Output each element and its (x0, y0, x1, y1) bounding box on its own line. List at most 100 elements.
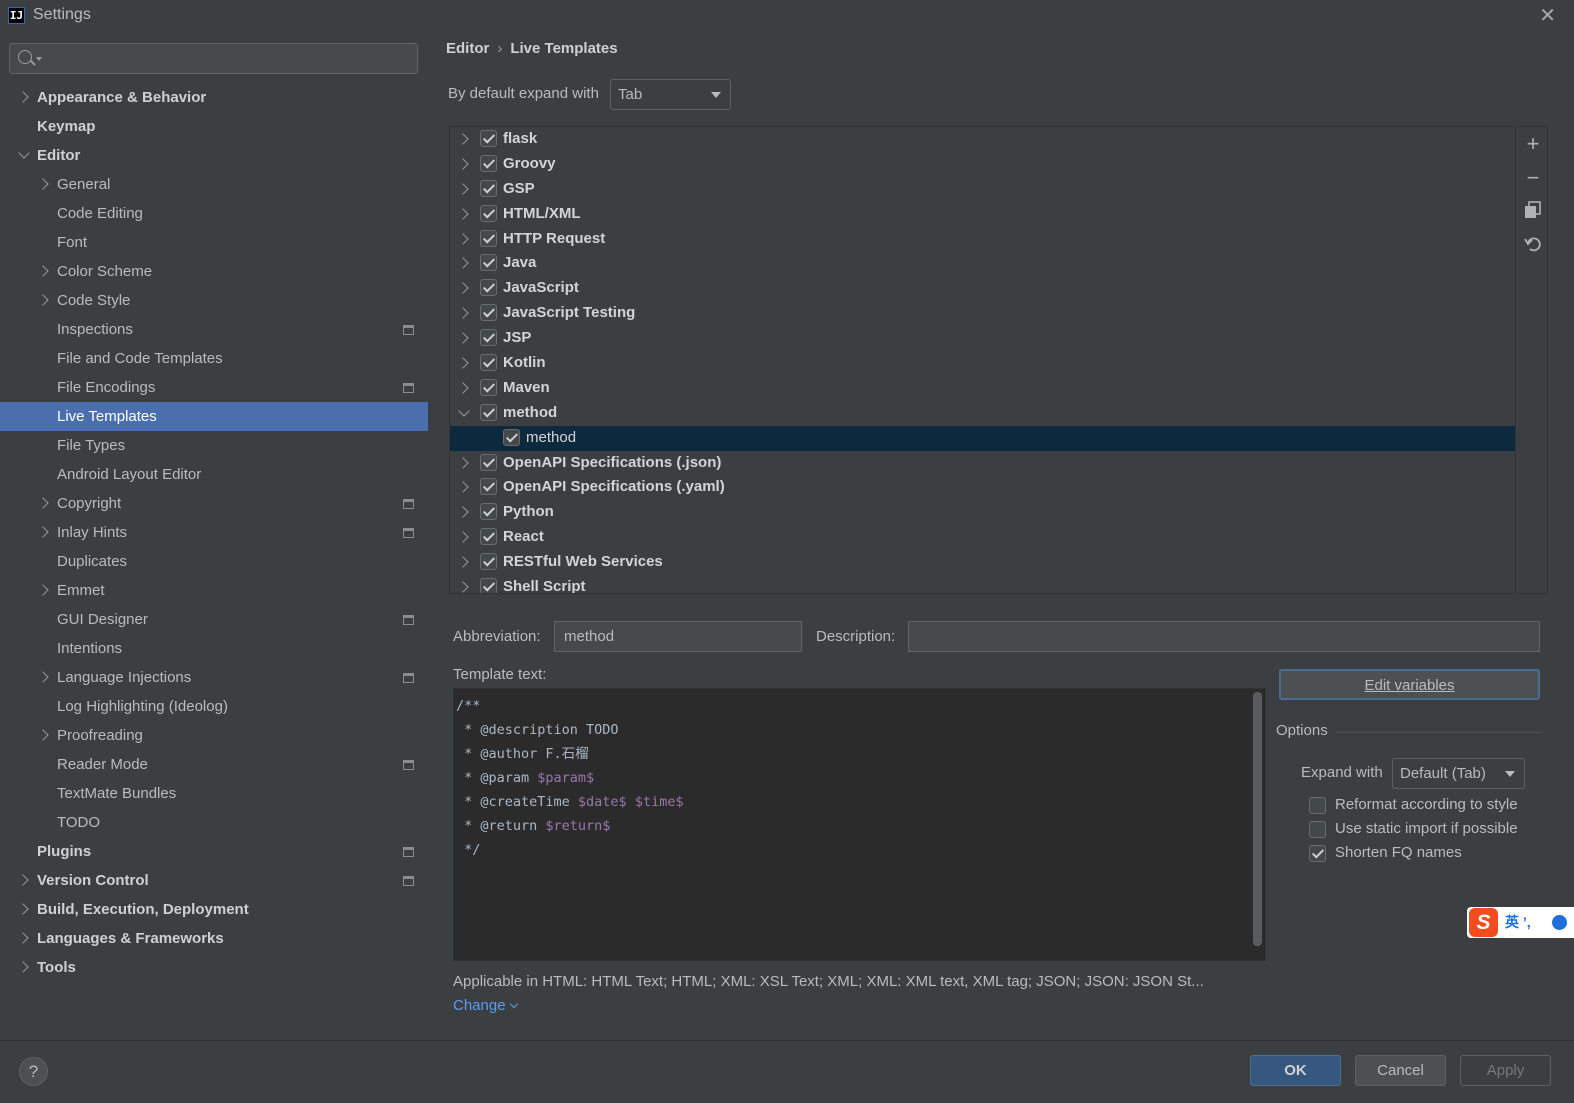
chevron-right-icon[interactable] (17, 866, 31, 895)
sidebar-item-intentions[interactable]: Intentions (0, 634, 428, 663)
sidebar-item-inspections[interactable]: Inspections (0, 315, 428, 344)
chevron-right-icon[interactable] (37, 286, 51, 315)
sidebar-item-log-highlighting-ideolog[interactable]: Log Highlighting (Ideolog) (0, 692, 428, 721)
chevron-right-icon[interactable] (37, 518, 51, 547)
chevron-right-icon[interactable] (457, 301, 471, 325)
chevron-right-icon[interactable] (457, 475, 471, 499)
chevron-right-icon[interactable] (457, 376, 471, 400)
sidebar-item-appearance-behavior[interactable]: Appearance & Behavior (0, 83, 428, 112)
sidebar-item-code-editing[interactable]: Code Editing (0, 199, 428, 228)
copy-icon[interactable] (1522, 201, 1544, 223)
template-group[interactable]: Python (450, 500, 1515, 525)
chevron-right-icon[interactable] (457, 127, 471, 151)
chevron-right-icon[interactable] (37, 170, 51, 199)
search-input[interactable] (9, 43, 418, 74)
chevron-right-icon[interactable] (457, 251, 471, 275)
template-group[interactable]: JavaScript (450, 276, 1515, 301)
sidebar-item-gui-designer[interactable]: GUI Designer (0, 605, 428, 634)
remove-icon[interactable]: − (1522, 167, 1544, 189)
template-group[interactable]: Maven (450, 376, 1515, 401)
template-group[interactable]: Kotlin (450, 351, 1515, 376)
close-icon[interactable]: ✕ (1539, 3, 1556, 28)
template-checkbox[interactable] (480, 329, 497, 347)
template-group[interactable]: React (450, 525, 1515, 550)
ok-button[interactable]: OK (1250, 1055, 1341, 1086)
sidebar-item-plugins[interactable]: Plugins (0, 837, 428, 866)
template-checkbox[interactable] (480, 254, 497, 272)
abbreviation-field[interactable]: method (554, 621, 802, 652)
change-contexts-link[interactable]: Change (453, 997, 518, 1014)
chevron-right-icon[interactable] (457, 326, 471, 350)
edit-variables-button[interactable]: Edit variables (1279, 669, 1540, 700)
sidebar-item-build-execution-deployment[interactable]: Build, Execution, Deployment (0, 895, 428, 924)
chevron-right-icon[interactable] (457, 550, 471, 574)
template-group[interactable]: flask (450, 127, 1515, 152)
chevron-right-icon[interactable] (17, 953, 31, 982)
sidebar-item-duplicates[interactable]: Duplicates (0, 547, 428, 576)
template-group[interactable]: JSP (450, 326, 1515, 351)
expand-with-dropdown[interactable]: Default (Tab) (1392, 758, 1525, 789)
chevron-right-icon[interactable] (457, 276, 471, 300)
template-checkbox[interactable] (480, 179, 497, 197)
sidebar-item-android-layout-editor[interactable]: Android Layout Editor (0, 460, 428, 489)
template-group[interactable]: JavaScript Testing (450, 301, 1515, 326)
sidebar-item-live-templates[interactable]: Live Templates (0, 402, 428, 431)
template-checkbox[interactable] (480, 503, 497, 521)
description-field[interactable] (908, 621, 1540, 652)
template-checkbox[interactable] (480, 553, 497, 571)
sidebar-item-general[interactable]: General (0, 170, 428, 199)
chevron-right-icon[interactable] (37, 721, 51, 750)
template-group[interactable]: method (450, 401, 1515, 426)
chevron-right-icon[interactable] (457, 152, 471, 176)
chevron-right-icon[interactable] (457, 227, 471, 251)
template-group[interactable]: Shell Script (450, 575, 1515, 593)
chevron-down-icon[interactable] (457, 401, 471, 425)
template-checkbox[interactable] (480, 453, 497, 471)
chevron-right-icon[interactable] (17, 83, 31, 112)
template-group[interactable]: HTML/XML (450, 202, 1515, 227)
template-text-editor[interactable]: /** * @description TODO * @author F.石榴 *… (453, 688, 1266, 961)
chevron-right-icon[interactable] (457, 202, 471, 226)
chevron-right-icon[interactable] (37, 489, 51, 518)
template-checkbox[interactable] (480, 378, 497, 396)
template-checkbox[interactable] (480, 403, 497, 421)
chevron-down-icon[interactable] (17, 141, 31, 170)
search-history-caret-icon[interactable] (36, 57, 42, 61)
template-group[interactable]: Groovy (450, 152, 1515, 177)
sidebar-item-file-encodings[interactable]: File Encodings (0, 373, 428, 402)
default-expand-dropdown[interactable]: Tab (610, 79, 731, 110)
sidebar-item-proofreading[interactable]: Proofreading (0, 721, 428, 750)
template-group[interactable]: OpenAPI Specifications (.json) (450, 451, 1515, 476)
template-group[interactable]: HTTP Request (450, 227, 1515, 252)
template-checkbox[interactable] (503, 428, 520, 446)
template-group[interactable]: GSP (450, 177, 1515, 202)
sidebar-item-version-control[interactable]: Version Control (0, 866, 428, 895)
chevron-right-icon[interactable] (457, 525, 471, 549)
undo-icon[interactable] (1522, 235, 1544, 257)
cancel-button[interactable]: Cancel (1355, 1055, 1446, 1086)
option-checkbox[interactable] (1309, 845, 1326, 862)
template-checkbox[interactable] (480, 304, 497, 322)
template-group[interactable]: RESTful Web Services (450, 550, 1515, 575)
add-icon[interactable]: + (1522, 133, 1544, 155)
template-checkbox[interactable] (480, 478, 497, 496)
sidebar-item-keymap[interactable]: Keymap (0, 112, 428, 141)
template-checkbox[interactable] (480, 528, 497, 546)
sidebar-item-todo[interactable]: TODO (0, 808, 428, 837)
sidebar-item-language-injections[interactable]: Language Injections (0, 663, 428, 692)
sidebar-item-textmate-bundles[interactable]: TextMate Bundles (0, 779, 428, 808)
chevron-right-icon[interactable] (37, 257, 51, 286)
chevron-right-icon[interactable] (457, 500, 471, 524)
chevron-right-icon[interactable] (37, 663, 51, 692)
chevron-right-icon[interactable] (457, 351, 471, 375)
option-checkbox[interactable] (1309, 821, 1326, 838)
chevron-right-icon[interactable] (17, 895, 31, 924)
chevron-right-icon[interactable] (457, 575, 471, 593)
apply-button[interactable]: Apply (1460, 1055, 1551, 1086)
breadcrumb-parent[interactable]: Editor (446, 40, 489, 57)
template-group[interactable]: OpenAPI Specifications (.yaml) (450, 475, 1515, 500)
chevron-right-icon[interactable] (457, 451, 471, 475)
sidebar-item-font[interactable]: Font (0, 228, 428, 257)
template-checkbox[interactable] (480, 130, 497, 147)
sidebar-item-code-style[interactable]: Code Style (0, 286, 428, 315)
